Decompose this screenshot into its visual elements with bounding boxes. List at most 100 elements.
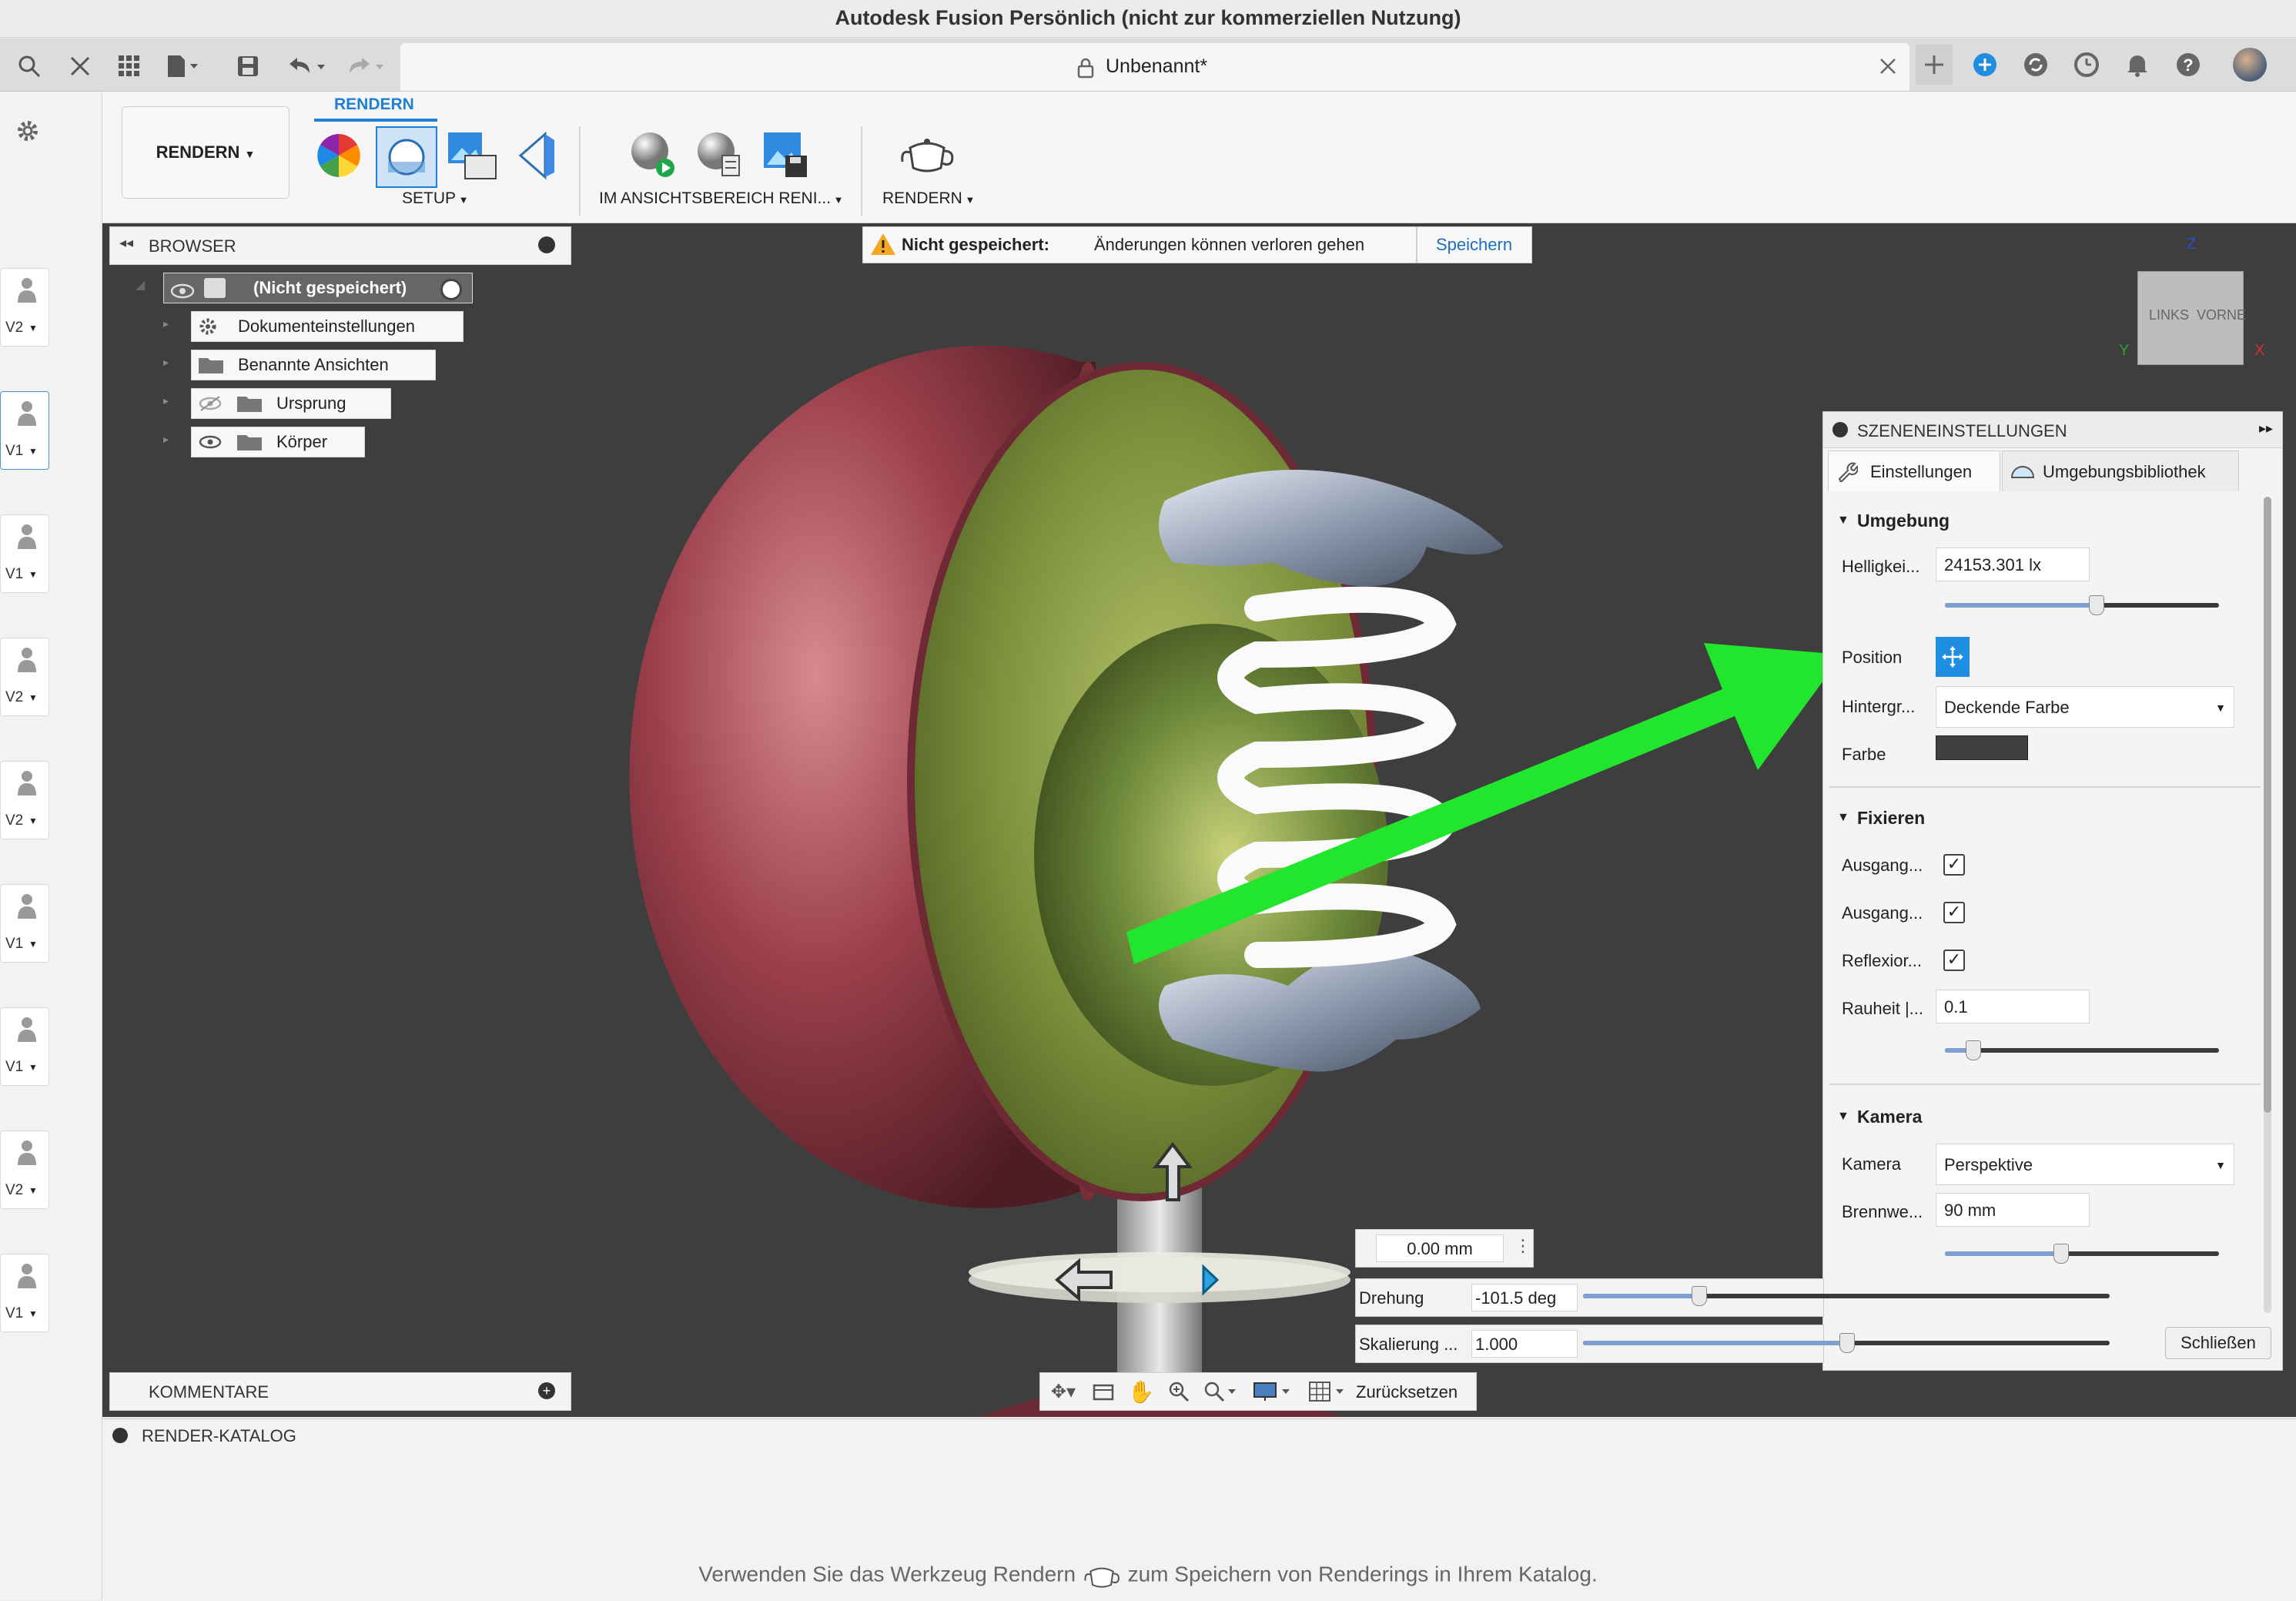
tree-expand-icon[interactable]: ▸ bbox=[163, 317, 169, 330]
fix-option-checkbox[interactable]: ✓ bbox=[1943, 854, 1965, 876]
roughness-slider[interactable] bbox=[1945, 1040, 2219, 1060]
version-label[interactable]: V2 bbox=[5, 812, 23, 829]
settings-gear-icon[interactable] bbox=[12, 116, 43, 146]
version-label[interactable]: V1 bbox=[5, 443, 23, 460]
roughness-input[interactable]: 0.1 bbox=[1936, 990, 2090, 1023]
collapse-arrows-icon[interactable]: ◂◂ bbox=[119, 235, 133, 251]
roughness-slider-thumb[interactable] bbox=[1966, 1040, 1981, 1060]
add-comment-icon[interactable]: + bbox=[538, 1382, 555, 1399]
browser-tree-item[interactable]: Körper bbox=[191, 427, 365, 457]
tab-rendern[interactable]: RENDERN bbox=[334, 95, 414, 114]
new-tab-icon[interactable] bbox=[1916, 45, 1953, 85]
brightness-slider-thumb[interactable] bbox=[2089, 595, 2104, 615]
setup-group-label[interactable]: SETUP ▼ bbox=[402, 189, 469, 208]
pan-hand-icon[interactable]: ✋ bbox=[1128, 1378, 1155, 1405]
viewcube-left-face[interactable]: LINKS bbox=[2149, 307, 2189, 323]
version-card[interactable]: V1 ▼ bbox=[0, 1254, 49, 1332]
render-in-viewport-icon[interactable] bbox=[627, 128, 681, 186]
section-fixieren[interactable]: Fixieren bbox=[1857, 808, 1925, 829]
version-label[interactable]: V2 bbox=[5, 689, 23, 706]
version-label[interactable]: V1 bbox=[5, 1059, 23, 1076]
file-menu-icon[interactable] bbox=[165, 49, 199, 83]
browser-tree-item[interactable]: Ursprung bbox=[191, 388, 391, 419]
tree-expand-icon[interactable]: ▸ bbox=[163, 356, 169, 369]
user-avatar[interactable] bbox=[2233, 48, 2267, 82]
section-collapse-icon[interactable]: ▼ bbox=[1837, 811, 1849, 825]
zoom-icon[interactable] bbox=[1166, 1379, 1191, 1404]
background-select[interactable]: Deckende Farbe ▼ bbox=[1936, 686, 2234, 728]
close-icon[interactable] bbox=[63, 49, 97, 83]
distance-input[interactable]: 0.00 mm bbox=[1376, 1234, 1504, 1262]
viewcube[interactable]: LINKS VORNE bbox=[2137, 271, 2246, 365]
tree-collapse-icon[interactable]: ◢ bbox=[136, 277, 145, 293]
version-card[interactable]: V2 ▼ bbox=[0, 761, 49, 839]
orbit-icon[interactable]: ✥▾ bbox=[1046, 1379, 1080, 1404]
color-swatch[interactable] bbox=[1936, 735, 2028, 760]
position-move-icon[interactable] bbox=[1936, 637, 1970, 677]
expand-arrows-icon[interactable]: ▸▸ bbox=[2259, 420, 2273, 437]
section-collapse-icon[interactable]: ▼ bbox=[1837, 514, 1849, 528]
more-options-icon[interactable]: ⋮ bbox=[1514, 1236, 1531, 1256]
browser-root[interactable]: (Nicht gespeichert) bbox=[163, 273, 473, 303]
render-group-label[interactable]: RENDERN ▼ bbox=[882, 189, 975, 208]
tab-umgebungsbibliothek[interactable]: Umgebungsbibliothek bbox=[2002, 450, 2239, 491]
sync-icon[interactable] bbox=[2020, 49, 2051, 80]
browser-tree-item[interactable]: Dokumenteinstellungen bbox=[191, 311, 464, 342]
collapse-catalog-icon[interactable] bbox=[112, 1428, 128, 1443]
focal-length-slider-thumb[interactable] bbox=[2053, 1244, 2069, 1264]
scale-slider[interactable] bbox=[1583, 1333, 2110, 1353]
rotation-slider-thumb[interactable] bbox=[1692, 1286, 1707, 1306]
extensions-icon[interactable] bbox=[1970, 49, 2000, 80]
collapse-panel-icon[interactable] bbox=[1832, 422, 1848, 437]
tree-expand-icon[interactable]: ▸ bbox=[163, 394, 169, 407]
section-collapse-icon[interactable]: ▼ bbox=[1837, 1110, 1849, 1124]
search-icon[interactable] bbox=[12, 49, 46, 83]
tab-einstellungen[interactable]: Einstellungen bbox=[1828, 450, 2000, 491]
visibility-eye-icon[interactable] bbox=[198, 434, 223, 450]
panel-scrollbar[interactable] bbox=[2264, 497, 2271, 1313]
undo-icon[interactable] bbox=[285, 49, 331, 83]
version-label[interactable]: V1 bbox=[5, 566, 23, 583]
close-button[interactable]: Schließen bbox=[2165, 1327, 2271, 1359]
display-settings-icon[interactable] bbox=[1253, 1379, 1291, 1404]
grid-settings-icon[interactable] bbox=[1308, 1379, 1347, 1404]
fix-option-checkbox[interactable]: ✓ bbox=[1943, 950, 1965, 971]
help-icon[interactable]: ? bbox=[2173, 49, 2204, 80]
texture-map-icon[interactable] bbox=[445, 129, 499, 187]
version-card[interactable]: V2 ▼ bbox=[0, 268, 49, 347]
visibility-eye-icon[interactable] bbox=[170, 280, 195, 309]
scale-slider-thumb[interactable] bbox=[1839, 1333, 1855, 1353]
job-status-icon[interactable] bbox=[2071, 49, 2102, 80]
brightness-slider[interactable] bbox=[1945, 595, 2219, 615]
comments-header[interactable]: KOMMENTARE + bbox=[109, 1372, 571, 1411]
viewport-render-group-label[interactable]: IM ANSICHTSBEREICH RENI... ▼ bbox=[599, 189, 844, 208]
version-label[interactable]: V1 bbox=[5, 936, 23, 953]
look-at-icon[interactable] bbox=[1091, 1379, 1116, 1404]
version-label[interactable]: V2 bbox=[5, 320, 23, 337]
fit-zoom-icon[interactable] bbox=[1203, 1379, 1237, 1404]
brightness-input[interactable]: 24153.301 lx bbox=[1936, 548, 2090, 581]
camera-select[interactable]: Perspektive ▼ bbox=[1936, 1144, 2234, 1185]
scale-input[interactable]: 1.000 bbox=[1471, 1330, 1578, 1358]
render-teapot-icon[interactable] bbox=[898, 131, 956, 181]
reset-button[interactable]: Zurücksetzen bbox=[1356, 1382, 1458, 1402]
version-card[interactable]: V2 ▼ bbox=[0, 1130, 49, 1209]
scene-settings-header[interactable]: SZENENEINSTELLUNGEN ▸▸ bbox=[1823, 412, 2282, 448]
notifications-bell-icon[interactable] bbox=[2122, 49, 2153, 80]
focal-length-slider[interactable] bbox=[1945, 1244, 2219, 1264]
browser-tree-item[interactable]: Benannte Ansichten bbox=[191, 350, 436, 380]
pin-panel-icon[interactable] bbox=[538, 236, 555, 253]
save-icon[interactable] bbox=[231, 49, 265, 83]
version-label[interactable]: V1 bbox=[5, 1305, 23, 1322]
apps-grid-icon[interactable] bbox=[112, 49, 146, 83]
capture-image-icon[interactable] bbox=[759, 128, 813, 186]
redo-icon[interactable] bbox=[343, 49, 390, 83]
focal-length-input[interactable]: 90 mm bbox=[1936, 1193, 2090, 1227]
decal-icon[interactable] bbox=[514, 129, 561, 187]
version-card[interactable]: V1 ▼ bbox=[0, 1007, 49, 1086]
close-tab-icon[interactable] bbox=[1876, 54, 1900, 79]
section-kamera[interactable]: Kamera bbox=[1857, 1107, 1922, 1127]
section-umgebung[interactable]: Umgebung bbox=[1857, 511, 1950, 531]
version-card[interactable]: V1 ▼ bbox=[0, 391, 49, 470]
scene-settings-button[interactable] bbox=[376, 126, 437, 188]
